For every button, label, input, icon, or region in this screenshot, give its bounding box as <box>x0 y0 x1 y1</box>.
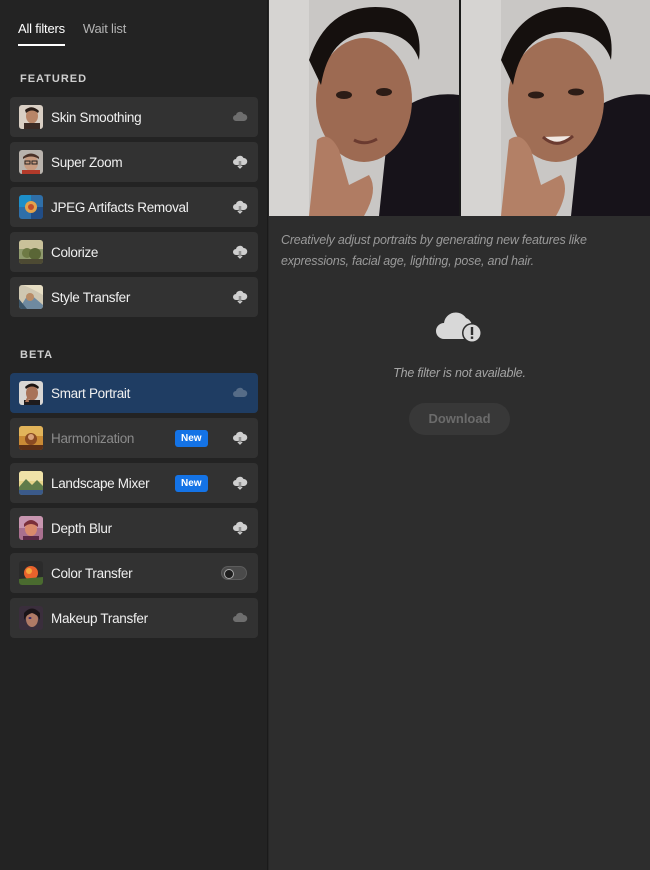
skin-smoothing-thumbnail <box>19 105 43 129</box>
before-after-preview <box>269 0 650 216</box>
filter-colorize[interactable]: Colorize <box>10 232 258 272</box>
filter-label: Super Zoom <box>51 154 123 170</box>
color-transfer-toggle[interactable] <box>221 566 247 580</box>
filter-super-zoom[interactable]: Super Zoom <box>10 142 258 182</box>
filter-label: Landscape Mixer <box>51 475 150 491</box>
filter-label: Harmonization <box>51 430 135 446</box>
filter-color-transfer[interactable]: Color Transfer <box>10 553 258 593</box>
filter-label: Skin Smoothing <box>51 109 142 125</box>
filter-label: Color Transfer <box>51 565 133 581</box>
style-transfer-thumbnail <box>19 285 43 309</box>
filter-detail-panel: Creatively adjust portraits by generatin… <box>269 0 650 870</box>
filter-harmonization[interactable]: Harmonization New <box>10 418 258 458</box>
cloud-download-icon[interactable] <box>232 199 248 215</box>
super-zoom-thumbnail <box>19 150 43 174</box>
filter-skin-smoothing[interactable]: Skin Smoothing <box>10 97 258 137</box>
beta-section-title: BETA <box>20 349 54 361</box>
jpeg-artifacts-thumbnail <box>19 195 43 219</box>
landscape-mixer-thumbnail <box>19 471 43 495</box>
cloud-icon <box>232 610 248 626</box>
filter-makeup-transfer[interactable]: Makeup Transfer <box>10 598 258 638</box>
tab-wait-list[interactable]: Wait list <box>83 20 126 46</box>
filter-label: JPEG Artifacts Removal <box>51 199 189 215</box>
cloud-download-icon[interactable] <box>232 520 248 536</box>
unavailable-message: The filter is not available. <box>393 366 526 380</box>
cloud-download-icon[interactable] <box>232 154 248 170</box>
filters-sidebar: All filters Wait list FEATURED Skin Smoo… <box>0 0 268 870</box>
harmonization-thumbnail <box>19 426 43 450</box>
download-button[interactable]: Download <box>409 403 510 435</box>
filter-label: Smart Portrait <box>51 385 131 401</box>
filter-tabs: All filters Wait list <box>18 20 126 46</box>
tab-all-filters[interactable]: All filters <box>18 20 65 46</box>
beta-filter-list: Smart Portrait Harmonization New Landsca… <box>10 373 258 638</box>
filter-landscape-mixer[interactable]: Landscape Mixer New <box>10 463 258 503</box>
makeup-transfer-thumbnail <box>19 606 43 630</box>
cloud-alert-icon <box>434 307 486 347</box>
cloud-icon <box>232 385 248 401</box>
depth-blur-thumbnail <box>19 516 43 540</box>
filter-jpeg-artifacts-removal[interactable]: JPEG Artifacts Removal <box>10 187 258 227</box>
featured-section-title: FEATURED <box>20 73 88 85</box>
cloud-download-icon[interactable] <box>232 475 248 491</box>
new-badge: New <box>175 430 208 447</box>
filter-label: Depth Blur <box>51 520 112 536</box>
featured-filter-list: Skin Smoothing Super Zoom JPEG Artifacts… <box>10 97 258 317</box>
filter-label: Makeup Transfer <box>51 610 148 626</box>
preview-after-image <box>460 0 650 216</box>
filter-depth-blur[interactable]: Depth Blur <box>10 508 258 548</box>
new-badge: New <box>175 475 208 492</box>
cloud-download-icon[interactable] <box>232 430 248 446</box>
cloud-icon <box>232 109 248 125</box>
cloud-download-icon[interactable] <box>232 244 248 260</box>
color-transfer-thumbnail <box>19 561 43 585</box>
preview-before-image <box>269 0 459 216</box>
filter-style-transfer[interactable]: Style Transfer <box>10 277 258 317</box>
filter-description: Creatively adjust portraits by generatin… <box>281 233 587 268</box>
filter-label: Style Transfer <box>51 289 131 305</box>
colorize-thumbnail <box>19 240 43 264</box>
filter-smart-portrait[interactable]: Smart Portrait <box>10 373 258 413</box>
filter-label: Colorize <box>51 244 99 260</box>
cloud-download-icon[interactable] <box>232 289 248 305</box>
smart-portrait-thumbnail <box>19 381 43 405</box>
